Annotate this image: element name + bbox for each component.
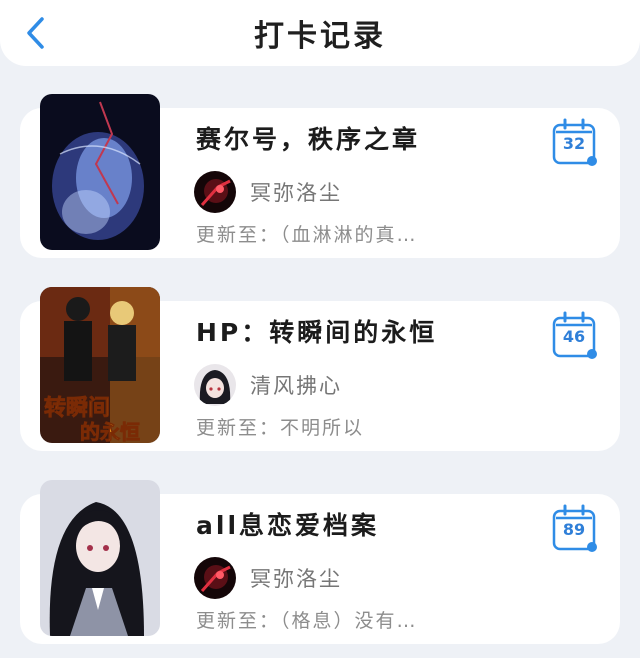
svg-text:转瞬间: 转瞬间	[44, 395, 110, 421]
book-cover[interactable]	[40, 94, 160, 250]
checkin-entry[interactable]: 赛尔号，秩序之章 冥弥洛尘 更新至：（血淋淋的真… 32	[0, 94, 640, 258]
checkin-days-count: 32	[562, 134, 586, 153]
book-cover[interactable]	[40, 480, 160, 636]
author-name: 清风拂心	[250, 374, 342, 398]
checkin-days-count: 89	[562, 520, 586, 539]
page-title: 打卡记录	[254, 19, 386, 54]
author-row[interactable]: 清风拂心	[194, 363, 342, 407]
author-row[interactable]: 冥弥洛尘	[194, 556, 342, 600]
update-status: 更新至：（格息）没有…	[196, 610, 418, 632]
checkin-entry[interactable]: 转瞬间 的永恒 HP：转瞬间的永恒 清风拂心 更新至：不明所以 46	[0, 287, 640, 451]
checkin-days-badge[interactable]: 46	[552, 311, 598, 363]
book-title[interactable]: all息恋爱档案	[196, 506, 379, 542]
author-row[interactable]: 冥弥洛尘	[194, 170, 342, 214]
avatar	[194, 171, 236, 213]
checkin-days-badge[interactable]: 32	[552, 118, 598, 170]
checkin-days-count: 46	[562, 327, 586, 346]
book-cover[interactable]: 转瞬间 的永恒	[40, 287, 160, 443]
checkin-days-badge[interactable]: 89	[552, 504, 598, 556]
update-status: 更新至：（血淋淋的真…	[196, 224, 418, 246]
checkin-entry[interactable]: all息恋爱档案 冥弥洛尘 更新至：（格息）没有… 89	[0, 480, 640, 644]
avatar	[194, 557, 236, 599]
svg-text:的永恒: 的永恒	[80, 420, 140, 443]
avatar	[194, 364, 236, 406]
book-title[interactable]: 赛尔号，秩序之章	[196, 120, 420, 156]
book-title[interactable]: HP：转瞬间的永恒	[196, 313, 437, 349]
author-name: 冥弥洛尘	[250, 567, 342, 591]
header-bar: 打卡记录	[0, 0, 640, 66]
author-name: 冥弥洛尘	[250, 181, 342, 205]
update-status: 更新至：不明所以	[196, 417, 365, 439]
